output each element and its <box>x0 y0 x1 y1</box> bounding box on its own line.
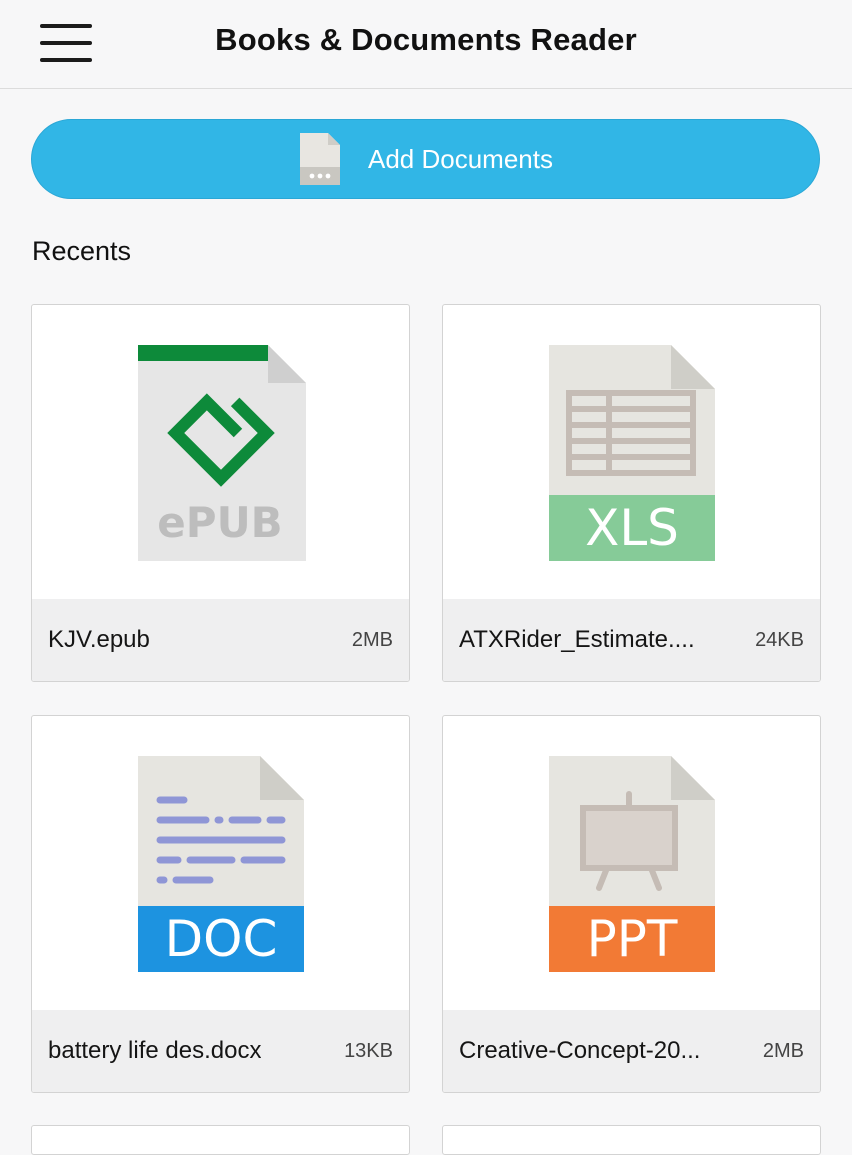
file-info: battery life des.docx 13KB <box>32 1010 409 1092</box>
doc-file-icon: DOC <box>137 756 304 972</box>
file-info: KJV.epub 2MB <box>32 599 409 681</box>
file-thumbnail: ePUB <box>32 305 409 601</box>
file-card-ppt[interactable]: PPT Creative-Concept-20... 2MB <box>442 715 821 1093</box>
file-size: 13KB <box>344 1039 393 1062</box>
file-thumbnail: DOC <box>32 716 409 1012</box>
recents-heading: Recents <box>32 236 132 266</box>
xls-badge: XLS <box>585 499 679 557</box>
add-documents-button[interactable]: Add Documents <box>31 119 820 199</box>
file-thumbnail: XLS <box>443 305 820 601</box>
file-size: 2MB <box>351 628 393 651</box>
epub-file-icon: ePUB <box>137 345 306 561</box>
ppt-badge: PPT <box>586 910 677 968</box>
file-size: 24KB <box>755 628 804 651</box>
file-card-xls[interactable]: XLS ATXRider_Estimate.... 24KB <box>442 304 821 682</box>
file-name: ATXRider_Estimate.... <box>459 626 695 653</box>
file-info: Creative-Concept-20... 2MB <box>443 1010 820 1092</box>
file-name: Creative-Concept-20... <box>459 1037 701 1064</box>
file-card-doc[interactable]: DOC battery life des.docx 13KB <box>31 715 410 1093</box>
file-size: 2MB <box>762 1039 804 1062</box>
epub-badge: ePUB <box>157 498 282 547</box>
file-card-epub[interactable]: ePUB KJV.epub 2MB <box>31 304 410 682</box>
ppt-file-icon: PPT <box>548 756 715 972</box>
document-icon <box>300 133 340 185</box>
file-info: ATXRider_Estimate.... 24KB <box>443 599 820 681</box>
xls-file-icon: XLS <box>548 345 715 561</box>
doc-badge: DOC <box>164 910 277 968</box>
file-card-partial[interactable] <box>31 1125 410 1155</box>
file-name: battery life des.docx <box>48 1037 262 1064</box>
top-bar: Books & Documents Reader <box>0 0 852 89</box>
page-title: Books & Documents Reader <box>215 22 637 57</box>
file-name: KJV.epub <box>48 626 150 653</box>
file-card-partial[interactable] <box>442 1125 821 1155</box>
add-documents-label: Add Documents <box>368 143 553 174</box>
file-thumbnail: PPT <box>443 716 820 1012</box>
